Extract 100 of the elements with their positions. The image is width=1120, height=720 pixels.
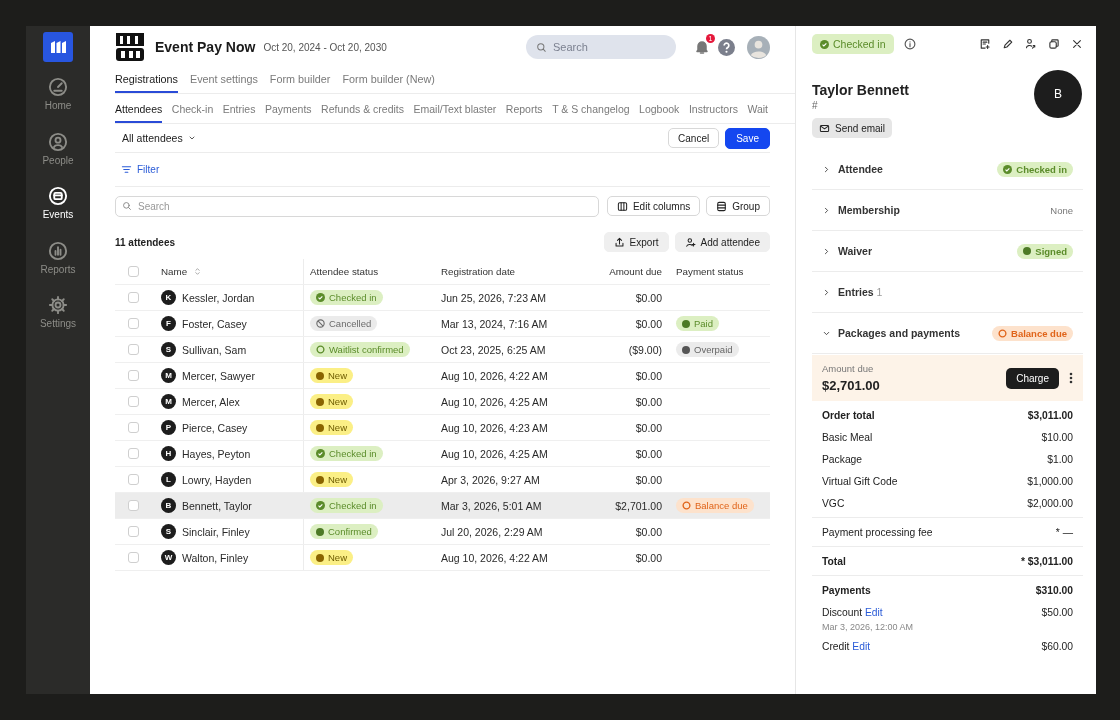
nav-item[interactable]: People	[28, 126, 88, 171]
table-row[interactable]: P Pierce, Casey New Aug 10, 2026, 4:23 AM $0.00	[115, 415, 770, 441]
tab[interactable]: Logbook	[639, 96, 680, 123]
tab[interactable]: Check-in	[171, 96, 214, 123]
tab[interactable]: Instructors	[688, 96, 738, 123]
dot-icon	[1023, 247, 1032, 255]
cancel-button[interactable]: Cancel	[668, 128, 720, 148]
tab[interactable]: Email/Text blaster	[413, 96, 497, 123]
tab[interactable]: Registrations	[115, 66, 178, 93]
line-label: Package	[822, 454, 863, 465]
table-row[interactable]: F Foster, Casey Cancelled Mar 13, 2024, 7:16 AM $0.00 Paid	[115, 311, 770, 337]
name-cell: Bennett, Taylor	[182, 499, 252, 512]
check-circle-icon	[316, 293, 325, 302]
search-field[interactable]: Search	[526, 35, 676, 59]
checkbox[interactable]	[128, 552, 139, 563]
copy-icon[interactable]	[1048, 38, 1060, 50]
section-header[interactable]: Packages and payments Balance due	[812, 313, 1083, 354]
tab[interactable]: Event settings	[190, 66, 258, 93]
column-header[interactable]: Amount due	[575, 259, 670, 284]
add-attendee-button[interactable]: Add attendee	[674, 232, 770, 252]
checkbox[interactable]	[128, 500, 139, 511]
group-button[interactable]: Group	[706, 196, 770, 216]
save-button[interactable]: Save	[725, 127, 770, 149]
help-icon[interactable]	[718, 38, 735, 56]
view-dropdown[interactable]: All attendees	[115, 132, 196, 144]
dot-icon	[682, 345, 690, 354]
checkbox[interactable]	[128, 448, 139, 459]
send-email-button[interactable]: Send email	[812, 118, 893, 138]
checkbox[interactable]	[128, 266, 139, 277]
section-header[interactable]: Attendee Checked in	[812, 149, 1083, 190]
chevron-right-icon	[822, 164, 831, 174]
checkbox[interactable]	[128, 292, 139, 303]
tab[interactable]: Form builder (New)	[342, 66, 435, 93]
line-amount: $60.00	[1041, 641, 1073, 652]
name-cell: Mercer, Alex	[182, 395, 240, 408]
checkbox[interactable]	[128, 370, 139, 381]
nav-item[interactable]: Home	[28, 72, 88, 116]
avatar-icon[interactable]	[747, 35, 770, 59]
amount-due-label: Amount due	[822, 363, 875, 374]
section-header[interactable]: Membership None	[812, 190, 1083, 231]
table-row[interactable]: S Sinclair, Finley Confirmed Jul 20, 2026, 2:29 AM $0.00	[115, 519, 770, 545]
checkbox[interactable]	[128, 344, 139, 355]
checkbox[interactable]	[128, 318, 139, 329]
table-row[interactable]: M Mercer, Sawyer New Aug 10, 2026, 4:22 AM $0.00	[115, 363, 770, 389]
checkbox[interactable]	[128, 526, 139, 537]
checkbox[interactable]	[128, 396, 139, 407]
filter-button[interactable]: Filter	[115, 164, 160, 175]
section-title: Packages and payments	[838, 327, 960, 339]
tab[interactable]: Reports	[505, 96, 543, 123]
export-button[interactable]: Export	[603, 232, 669, 252]
edit-link[interactable]: Edit	[864, 607, 883, 618]
logo-icon[interactable]	[43, 32, 73, 62]
section-title: Attendee	[838, 163, 883, 175]
tab[interactable]: Form builder	[269, 66, 331, 93]
column-header[interactable]: Registration date	[435, 259, 575, 284]
nav-item[interactable]: Events	[28, 181, 88, 225]
name-cell: Sullivan, Sam	[182, 343, 247, 356]
name-cell: Sinclair, Finley	[182, 525, 250, 538]
close-icon[interactable]	[1071, 38, 1083, 50]
amount-cell-text: $0.00	[634, 394, 663, 410]
date-cell-text: Aug 10, 2026, 4:22 AM	[440, 368, 549, 384]
table-row[interactable]: M Mercer, Alex New Aug 10, 2026, 4:25 AM $0.00	[115, 389, 770, 415]
status-label: Cancelled	[329, 318, 372, 329]
section-header[interactable]: Entries 1	[812, 272, 1083, 313]
checkbox[interactable]	[128, 422, 139, 433]
note-add-icon[interactable]	[979, 38, 991, 50]
search-field[interactable]: Search	[115, 195, 599, 217]
column-header[interactable]: Name	[161, 266, 188, 277]
table-row[interactable]: B Bennett, Taylor Checked in Mar 3, 2026, 5:01 AM $2,701.00 Balance due	[115, 493, 770, 519]
edit-columns-button[interactable]: Edit columns	[606, 196, 701, 216]
edit-link[interactable]: Edit	[852, 641, 871, 652]
line-amount: $2,000.00	[1027, 498, 1073, 509]
section-header[interactable]: Waiver Signed	[812, 231, 1083, 272]
column-header[interactable]: Attendee status	[303, 259, 435, 284]
tab[interactable]: Wait	[747, 96, 768, 123]
more-icon[interactable]	[1069, 372, 1073, 384]
info-icon[interactable]	[903, 38, 916, 50]
tab[interactable]: Attendees	[115, 96, 163, 123]
table-row[interactable]: H Hayes, Peyton Checked in Aug 10, 2026, 4:25 AM $0.00	[115, 441, 770, 467]
bell-icon[interactable]	[694, 39, 710, 55]
checkbox[interactable]	[128, 474, 139, 485]
status-label: Checked in	[329, 500, 377, 511]
table-row[interactable]: K Kessler, Jordan Checked in Jun 25, 2026, 7:23 AM $0.00	[115, 285, 770, 311]
sort-icon[interactable]	[193, 267, 203, 276]
nav-item[interactable]: Settings	[28, 290, 88, 334]
date-cell-text: Mar 13, 2024, 7:16 AM	[440, 316, 549, 332]
tab[interactable]: Entries	[222, 96, 256, 123]
tab[interactable]: Refunds & credits	[321, 96, 404, 123]
nav-item[interactable]: Reports	[28, 235, 88, 280]
tab[interactable]: T & S changelog	[552, 96, 630, 123]
user-swap-icon[interactable]	[1025, 38, 1037, 50]
tab[interactable]: Payments	[264, 96, 312, 123]
line-label: Order total	[822, 410, 875, 421]
table-row[interactable]: W Walton, Finley New Aug 10, 2026, 4:22 AM $0.00	[115, 545, 770, 571]
add-person-icon	[684, 236, 696, 248]
table-row[interactable]: S Sullivan, Sam Waitlist confirmed Oct 23, 2025, 6:25 AM ($9.00) Overpaid	[115, 337, 770, 363]
pencil-icon[interactable]	[1002, 38, 1014, 50]
column-header[interactable]: Payment status	[670, 259, 770, 284]
charge-button[interactable]: Charge	[1006, 367, 1059, 389]
name-cell: Pierce, Casey	[182, 421, 248, 434]
